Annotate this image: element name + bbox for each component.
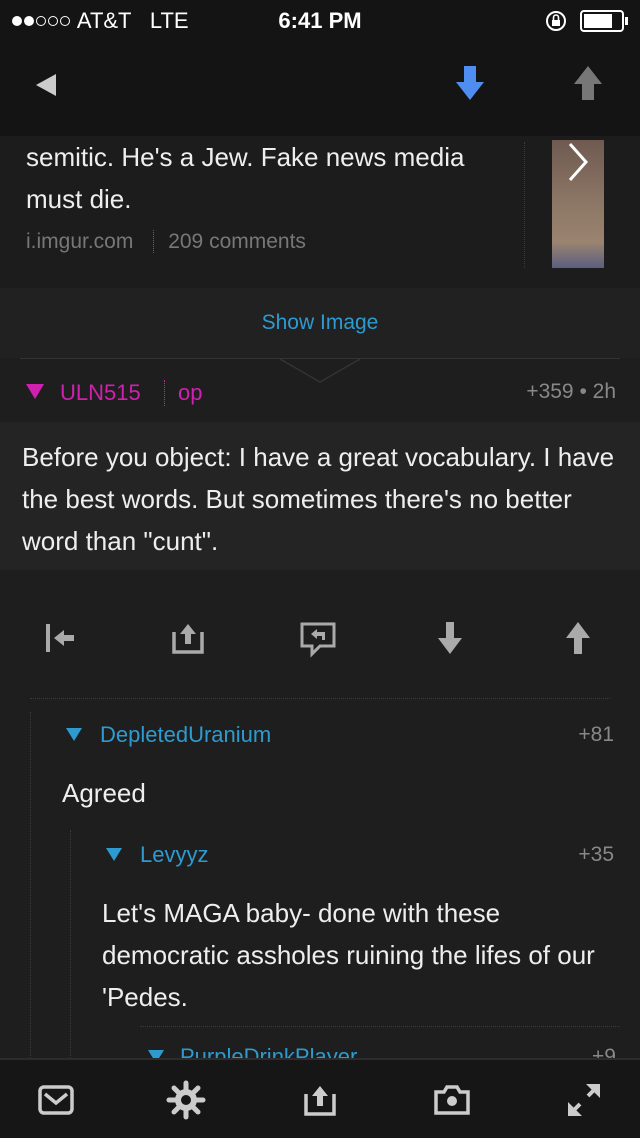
navigation-bar (0, 40, 640, 136)
post-meta: i.imgur.com 209 comments (26, 230, 306, 254)
op-badge: op (178, 380, 203, 405)
status-bar: AT&T LTE 6:41 PM (0, 0, 640, 40)
post-title[interactable]: semitic. He's a Jew. Fake news media mus… (26, 136, 516, 220)
settings-icon[interactable] (166, 1080, 206, 1120)
divider (164, 380, 165, 406)
expand-icon[interactable] (564, 1080, 604, 1120)
caret-notch (280, 358, 360, 383)
divider (524, 142, 525, 268)
upvote-icon[interactable] (574, 66, 602, 102)
collapse-triangle-icon[interactable] (26, 384, 44, 400)
reply-header[interactable]: DepletedUranium +81 (62, 718, 618, 758)
divider (140, 1026, 620, 1027)
collapse-triangle-icon[interactable] (66, 728, 82, 742)
post-domain[interactable]: i.imgur.com (26, 230, 133, 253)
show-image-button[interactable]: Show Image (0, 288, 640, 358)
post-card[interactable]: semitic. He's a Jew. Fake news media mus… (0, 136, 640, 288)
comment-text: Before you object: I have a great vocabu… (22, 442, 615, 556)
comment-score: +81 (578, 723, 614, 746)
battery-icon (580, 10, 628, 32)
comment-author[interactable]: DepletedUranium (100, 722, 271, 748)
comment-author[interactable]: PurpleDrinkPlayer (180, 1044, 357, 1058)
thread-line (30, 712, 31, 1058)
chevron-right-icon (568, 143, 589, 181)
comment-score-time: +359 • 2h (526, 380, 616, 403)
thread-line (70, 830, 71, 1058)
reply-icon[interactable] (298, 618, 338, 658)
comment-count[interactable]: 209 comments (168, 230, 306, 253)
tab-bar (0, 1058, 640, 1138)
comment-score: +9 (592, 1045, 616, 1058)
camera-icon[interactable] (432, 1080, 472, 1120)
reply-header[interactable]: PurpleDrinkPlayer +9 (146, 1040, 618, 1058)
collapse-triangle-icon[interactable] (106, 848, 122, 862)
comment-text: Let's MAGA baby- done with these democra… (102, 898, 595, 1012)
downvote-icon[interactable] (430, 618, 470, 658)
op-comment-body: Before you object: I have a great vocabu… (0, 422, 640, 570)
comment-text: Agreed (62, 778, 146, 808)
comment-author[interactable]: ULN515 (60, 380, 141, 406)
mail-icon[interactable] (36, 1080, 76, 1120)
post-thumbnail[interactable] (552, 140, 604, 268)
share-icon[interactable] (300, 1080, 340, 1120)
downvote-icon[interactable] (456, 66, 484, 102)
divider (30, 698, 610, 699)
collapse-icon[interactable] (40, 618, 80, 658)
reply-header[interactable]: Levyyz +35 (102, 838, 618, 878)
upvote-icon[interactable] (558, 618, 598, 658)
comment-action-bar (0, 570, 640, 700)
collapse-triangle-icon[interactable] (148, 1050, 164, 1058)
comment-author[interactable]: Levyyz (140, 842, 208, 868)
op-comment-header[interactable]: ULN515 op +359 • 2h (0, 358, 640, 422)
comment-score: +35 (578, 843, 614, 866)
back-icon[interactable] (34, 72, 58, 98)
rotation-lock-icon (546, 11, 566, 31)
share-icon[interactable] (168, 618, 208, 658)
